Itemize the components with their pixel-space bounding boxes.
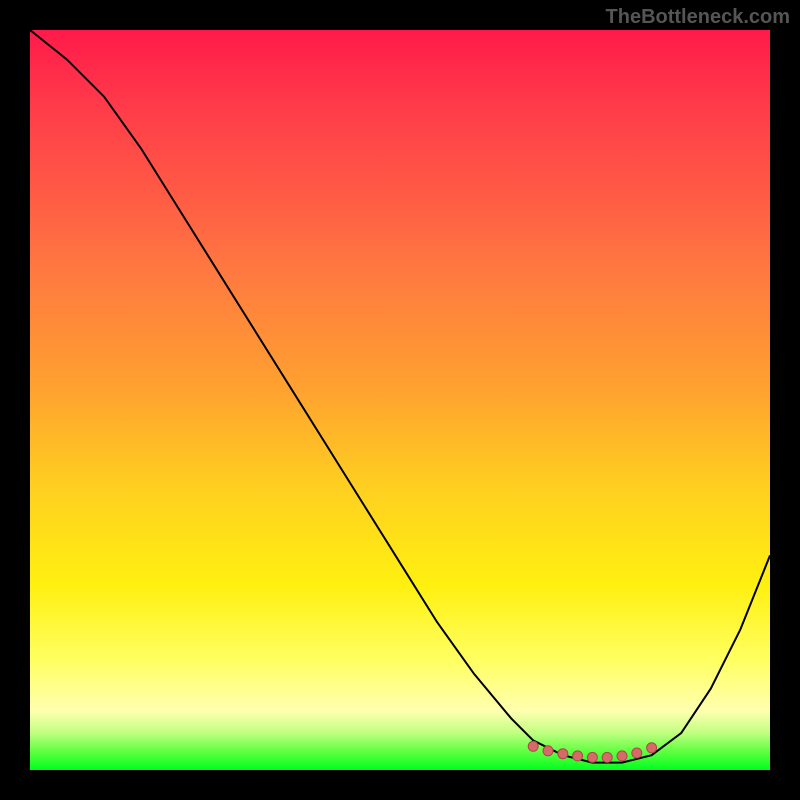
marker-dot: [602, 752, 612, 762]
marker-dot: [558, 749, 568, 759]
marker-dot: [647, 743, 657, 753]
marker-dot: [632, 748, 642, 758]
watermark-text: TheBottleneck.com: [606, 6, 790, 29]
marker-dot: [528, 741, 538, 751]
marker-dot: [587, 752, 597, 762]
marker-dot: [617, 751, 627, 761]
chart-svg: [30, 30, 770, 770]
marker-dot: [543, 746, 553, 756]
marker-dot: [573, 751, 583, 761]
bottleneck-curve-line: [30, 30, 770, 763]
plot-area: [30, 30, 770, 770]
